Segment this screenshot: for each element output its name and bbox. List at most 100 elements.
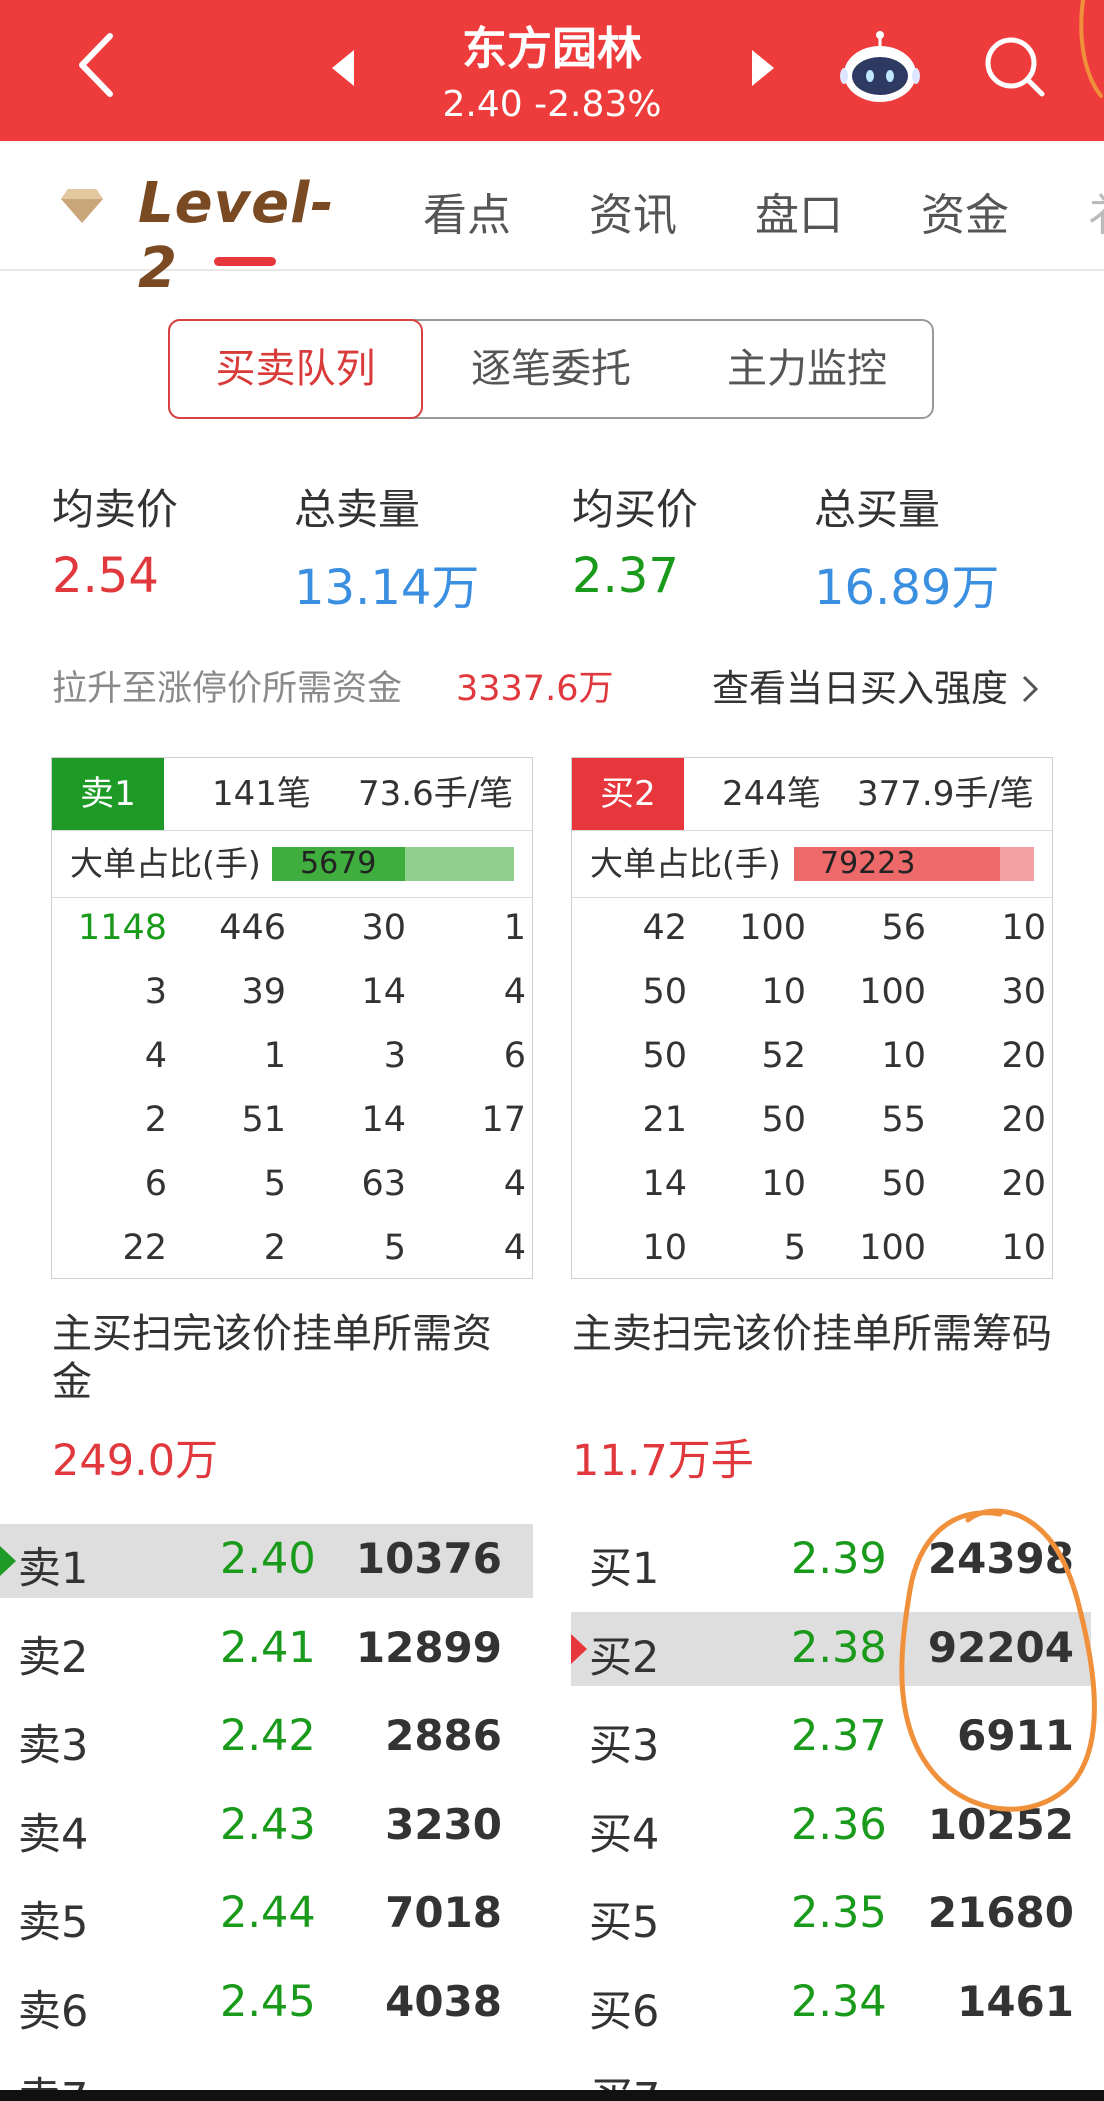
total-buy-label: 总买量 xyxy=(814,485,941,534)
segment-order-by-order[interactable]: 逐笔委托 xyxy=(423,321,679,417)
avg-buy-label: 均买价 xyxy=(572,485,699,534)
order-book-row[interactable]: 卖5 2.44 7018 xyxy=(0,1878,533,1952)
level-price: 2.43 xyxy=(220,1799,316,1850)
queue-cell: 42 xyxy=(642,908,687,948)
order-book-row[interactable]: 卖3 2.42 2886 xyxy=(0,1701,533,1775)
segmented-control: 买卖队列 逐笔委托 主力监控 xyxy=(168,319,934,419)
segment-queue[interactable]: 买卖队列 xyxy=(168,319,423,419)
stock-price-change: 2.40 -2.83% xyxy=(0,84,1104,125)
queue-cell: 50 xyxy=(642,972,687,1012)
avg-buy-value: 2.37 xyxy=(572,548,679,604)
queue-cell: 10 xyxy=(1001,908,1046,948)
queue-cell: 17 xyxy=(481,1100,526,1140)
tab-kandian[interactable]: 看点 xyxy=(423,179,511,243)
level-price: 2.40 xyxy=(220,1534,316,1584)
level-volume: 21680 xyxy=(927,1888,1074,1938)
level-label: 买4 xyxy=(589,1809,660,1860)
sell-big-order-value: 5679 xyxy=(300,846,377,881)
tab-news[interactable]: 资讯 xyxy=(589,179,677,243)
queue-cell: 1 xyxy=(263,1036,286,1076)
queue-cell: 4 xyxy=(503,1228,526,1268)
tab-active-indicator xyxy=(214,257,276,266)
buy-sweep-value: 11.7万手 xyxy=(572,1436,754,1486)
queue-cell: 4 xyxy=(144,1036,167,1076)
queue-cell: 22 xyxy=(122,1228,167,1268)
stock-price: 2.40 xyxy=(442,84,523,125)
total-sell-value: 13.14万 xyxy=(294,560,480,616)
total-buy-value: 16.89万 xyxy=(814,560,1000,616)
queue-cell: 6 xyxy=(144,1164,167,1204)
queue-cell: 3 xyxy=(144,972,167,1012)
avg-sell-label: 均卖价 xyxy=(52,485,179,534)
queue-cell: 10 xyxy=(881,1036,926,1076)
stock-name: 东方园林 xyxy=(461,22,642,75)
level-price: 2.44 xyxy=(220,1888,316,1939)
queue-cell: 20 xyxy=(1001,1100,1046,1140)
queue-cell: 5 xyxy=(383,1228,406,1268)
level-price: 2.41 xyxy=(220,1622,316,1673)
tab-funds[interactable]: 资金 xyxy=(921,179,1009,243)
queue-cell: 14 xyxy=(361,1100,406,1140)
sell-queue-header: 卖1 141笔 73.6手/笔 xyxy=(52,758,532,831)
queue-cell: 6 xyxy=(503,1036,526,1076)
tab-bar: Level-2 看点 资讯 盘口 资金 衤 xyxy=(0,141,1104,301)
chevron-right-icon xyxy=(1022,675,1038,703)
level-volume: 4038 xyxy=(385,1977,502,2026)
order-book-row[interactable]: 卖1 2.40 10376 xyxy=(0,1524,533,1598)
queue-cell: 4 xyxy=(503,1164,526,1204)
queue-cell: 56 xyxy=(881,908,926,948)
buy-queue-header: 买2 244笔 377.9手/笔 xyxy=(572,758,1052,831)
level-label: 卖4 xyxy=(18,1809,89,1860)
buy-big-order-label: 大单占比(手) xyxy=(590,844,781,883)
queue-cell: 4 xyxy=(503,972,526,1012)
order-book-row[interactable]: 卖2 2.41 12899 xyxy=(0,1613,533,1687)
buy-sweep-note: 主卖扫完该价挂单所需筹码 xyxy=(572,1311,1052,1357)
queue-cell: 1 xyxy=(503,908,526,948)
queue-cell: 2 xyxy=(263,1228,286,1268)
order-book-row[interactable]: 卖6 2.45 4038 xyxy=(0,1967,533,2041)
queue-cell: 10 xyxy=(1001,1228,1046,1268)
search-icon[interactable] xyxy=(980,32,1050,102)
level-volume: 12899 xyxy=(355,1622,502,1672)
queue-cell: 10 xyxy=(642,1228,687,1268)
buy-strength-link[interactable]: 查看当日买入强度 xyxy=(712,658,1040,712)
order-book-row[interactable]: 买6 2.34 1461 xyxy=(571,1967,1104,2041)
queue-cell: 10 xyxy=(761,1164,806,1204)
queue-cell: 50 xyxy=(881,1164,926,1204)
order-book-row[interactable]: 卖4 2.43 3230 xyxy=(0,1790,533,1864)
tab-level2[interactable]: Level-2 xyxy=(60,171,360,301)
buy-queue-tag: 买2 xyxy=(572,758,684,830)
sell-order-book: 卖1 2.40 10376 卖2 2.41 12899 卖3 2.42 2886 卖4 2.43 32… xyxy=(0,1524,533,2090)
sell-queue-box: 卖1 141笔 73.6手/笔 大单占比(手) 5679 1148 446 30 1 3… xyxy=(51,757,533,1279)
order-book-row[interactable]: 买5 2.35 21680 xyxy=(571,1878,1104,1952)
level-label: 买1 xyxy=(589,1544,660,1594)
queue-cell: 14 xyxy=(361,972,406,1012)
sell-queue-tag: 卖1 xyxy=(52,758,164,830)
queue-cell: 52 xyxy=(761,1036,806,1076)
queue-cell: 100 xyxy=(739,908,806,948)
level-volume: 2886 xyxy=(385,1711,502,1761)
limit-up-value: 3337.6万 xyxy=(456,669,614,709)
buy-big-order-value: 79223 xyxy=(820,846,916,881)
robot-assistant-icon[interactable] xyxy=(840,30,920,106)
sell-big-order-bar: 5679 xyxy=(272,847,514,881)
annotation-circle xyxy=(899,1508,1097,1812)
buy-queue-count: 244笔 xyxy=(722,774,821,814)
level-volume: 3230 xyxy=(385,1799,502,1849)
level-label: 买6 xyxy=(589,1987,660,2037)
next-stock-icon[interactable] xyxy=(748,48,778,88)
buy-level-7-partial: 买7 xyxy=(590,2064,660,2090)
queue-cell: 1148 xyxy=(77,908,167,948)
queue-cell: 63 xyxy=(361,1164,406,1204)
queue-cell: 14 xyxy=(642,1164,687,1204)
segment-main-force[interactable]: 主力监控 xyxy=(679,321,935,417)
queue-cell: 446 xyxy=(219,908,286,948)
level-label: 卖5 xyxy=(18,1898,89,1949)
queue-cell: 51 xyxy=(241,1100,286,1140)
tab-overflow[interactable]: 衤 xyxy=(1088,179,1104,243)
tab-pankou[interactable]: 盘口 xyxy=(755,179,843,243)
level-price: 2.42 xyxy=(220,1711,316,1762)
buy-big-order-row: 大单占比(手) 79223 xyxy=(572,831,1052,898)
buy-queue-avg: 377.9手/笔 xyxy=(857,774,1034,814)
sell-big-order-row: 大单占比(手) 5679 xyxy=(52,831,532,898)
